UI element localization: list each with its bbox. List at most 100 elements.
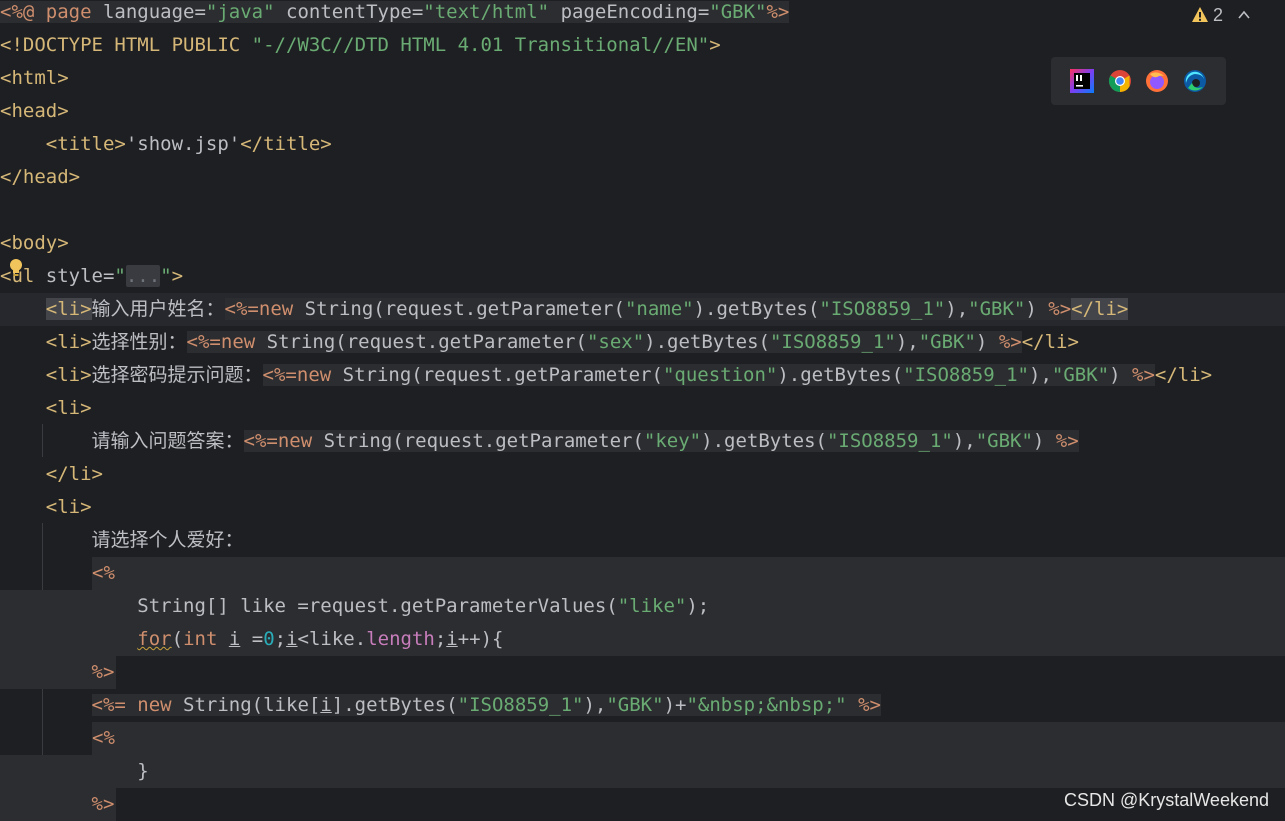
string-literal: "like" (617, 595, 687, 617)
jsp-expr-close: %> (858, 694, 881, 716)
code-line-15: </li> (0, 458, 1285, 491)
li-close-tag: </li> (1021, 331, 1079, 353)
code-line-1: <%@ page language="java" contentType="te… (0, 0, 1285, 29)
code-line-17: 请选择个人爱好： (0, 524, 1285, 557)
attr-quote: " (114, 265, 126, 287)
title-open-tag: <title> (45, 133, 126, 155)
code-text: ).getBytes( (777, 364, 904, 386)
jsp-expr-open: <%= (91, 694, 126, 716)
warning-icon (1191, 7, 1208, 22)
jsp-expr-open: <%= (262, 364, 297, 386)
title-text: 'show.jsp' (125, 133, 241, 155)
li-label: 输入用户姓名： (91, 298, 225, 320)
doctype-close: > (709, 34, 721, 56)
variable-i: i (446, 628, 458, 650)
title-close-tag: </title> (240, 133, 332, 155)
chrome-icon[interactable] (1107, 68, 1133, 94)
code-text: = (240, 628, 264, 650)
keyword-for: for (137, 628, 172, 650)
li-label: 选择密码提示问题： (91, 364, 263, 386)
jsp-expr-close: %> (1055, 430, 1079, 452)
number-literal: 0 (263, 628, 275, 650)
code-line-6: </head> (0, 161, 1285, 194)
code-text: String(like[ (171, 694, 321, 716)
lightbulb-icon[interactable] (8, 258, 24, 278)
jsp-expr-open: <%= (186, 331, 221, 353)
code-text: )+ (663, 694, 687, 716)
attr-quote: " (160, 265, 172, 287)
jsp-expr-open: <%= (224, 298, 259, 320)
code-text: ) (1025, 298, 1049, 320)
code-text: String(request.getParameter( (255, 331, 587, 353)
code-text: String(request.getParameter( (312, 430, 644, 452)
string-literal: "GBK" (968, 298, 1026, 320)
li-label: 选择性别： (91, 331, 187, 353)
code-text: ; (434, 628, 447, 650)
browser-preview-toolbar (1051, 57, 1226, 105)
code-line-10: <li>输入用户姓名：<%=new String(request.getPara… (0, 293, 1285, 326)
folded-style-value[interactable]: ... (125, 265, 161, 287)
code-text: ( (171, 628, 184, 650)
li-close-tag: </li> (1154, 364, 1213, 386)
html-tag: <html> (0, 67, 69, 89)
field-length: length (366, 628, 435, 650)
string-literal: "&nbsp;&nbsp;" (686, 694, 847, 716)
code-text: ), (583, 694, 607, 716)
ul-close-bracket: > (171, 265, 184, 287)
code-line-12: <li>选择密码提示问题：<%=new String(request.getPa… (0, 359, 1285, 392)
inspection-widget[interactable]: 2 (1191, 3, 1251, 27)
jsp-close-delimiter: %> (766, 1, 790, 23)
code-text: <like. (297, 628, 367, 650)
li-open-tag: <li> (45, 364, 92, 386)
code-line-16: <li> (0, 491, 1285, 524)
attr-name: style= (34, 265, 115, 287)
string-literal: "GBK" (975, 430, 1033, 452)
li-open-tag: <li> (45, 298, 92, 320)
code-text: ].getBytes( (331, 694, 458, 716)
code-text: String(request.getParameter( (331, 364, 663, 386)
keyword-new: new (296, 364, 332, 386)
jsp-scriptlet-open: <% (92, 562, 115, 584)
attr-name: language= (91, 1, 206, 23)
string-literal: "ISO8859_1" (819, 298, 946, 320)
li-label: 请输入问题答案： (91, 430, 244, 452)
jsp-open-delimiter: <%@ (0, 1, 35, 23)
li-close-tag: </li> (45, 463, 103, 485)
variable-i: i (320, 694, 332, 716)
string-literal: "key" (643, 430, 702, 452)
code-line-24: } (0, 755, 1285, 788)
keyword-new: new (220, 331, 256, 353)
attr-name: pageEncoding= (549, 1, 710, 23)
attr-value: "GBK" (709, 1, 767, 23)
code-text: ; (274, 628, 287, 650)
code-line-19: String[] like =request.getParameterValue… (0, 590, 1285, 623)
jsp-scriptlet-close: %> (91, 793, 115, 815)
li-open-tag: <li> (45, 331, 92, 353)
code-text: ) (1032, 430, 1056, 452)
string-literal: "GBK" (918, 331, 976, 353)
jsp-expr-close: %> (998, 331, 1022, 353)
jsp-expr-close: %> (1048, 298, 1072, 320)
head-close-tag: </head> (0, 166, 81, 188)
string-literal: "ISO8859_1" (769, 331, 896, 353)
edge-icon[interactable] (1182, 68, 1208, 94)
keyword-int: int (183, 628, 218, 650)
string-literal: "name" (624, 298, 694, 320)
code-editor[interactable]: <%@ page language="java" contentType="te… (0, 0, 1285, 821)
chevron-up-icon[interactable] (1237, 8, 1251, 22)
code-text: ), (945, 298, 969, 320)
jsp-scriptlet-close: %> (91, 661, 115, 683)
firefox-icon[interactable] (1144, 68, 1170, 94)
code-line-13: <li> (0, 392, 1285, 425)
code-line-21: %> (0, 656, 116, 689)
body-tag: <body> (0, 232, 69, 254)
li-close-tag: </li> (1071, 298, 1129, 320)
variable-i: i (228, 628, 241, 650)
string-literal: "sex" (586, 331, 645, 353)
keyword-new: new (125, 694, 172, 716)
code-text: ), (1029, 364, 1052, 386)
variable-i: i (286, 628, 298, 650)
intellij-icon[interactable] (1069, 68, 1095, 94)
